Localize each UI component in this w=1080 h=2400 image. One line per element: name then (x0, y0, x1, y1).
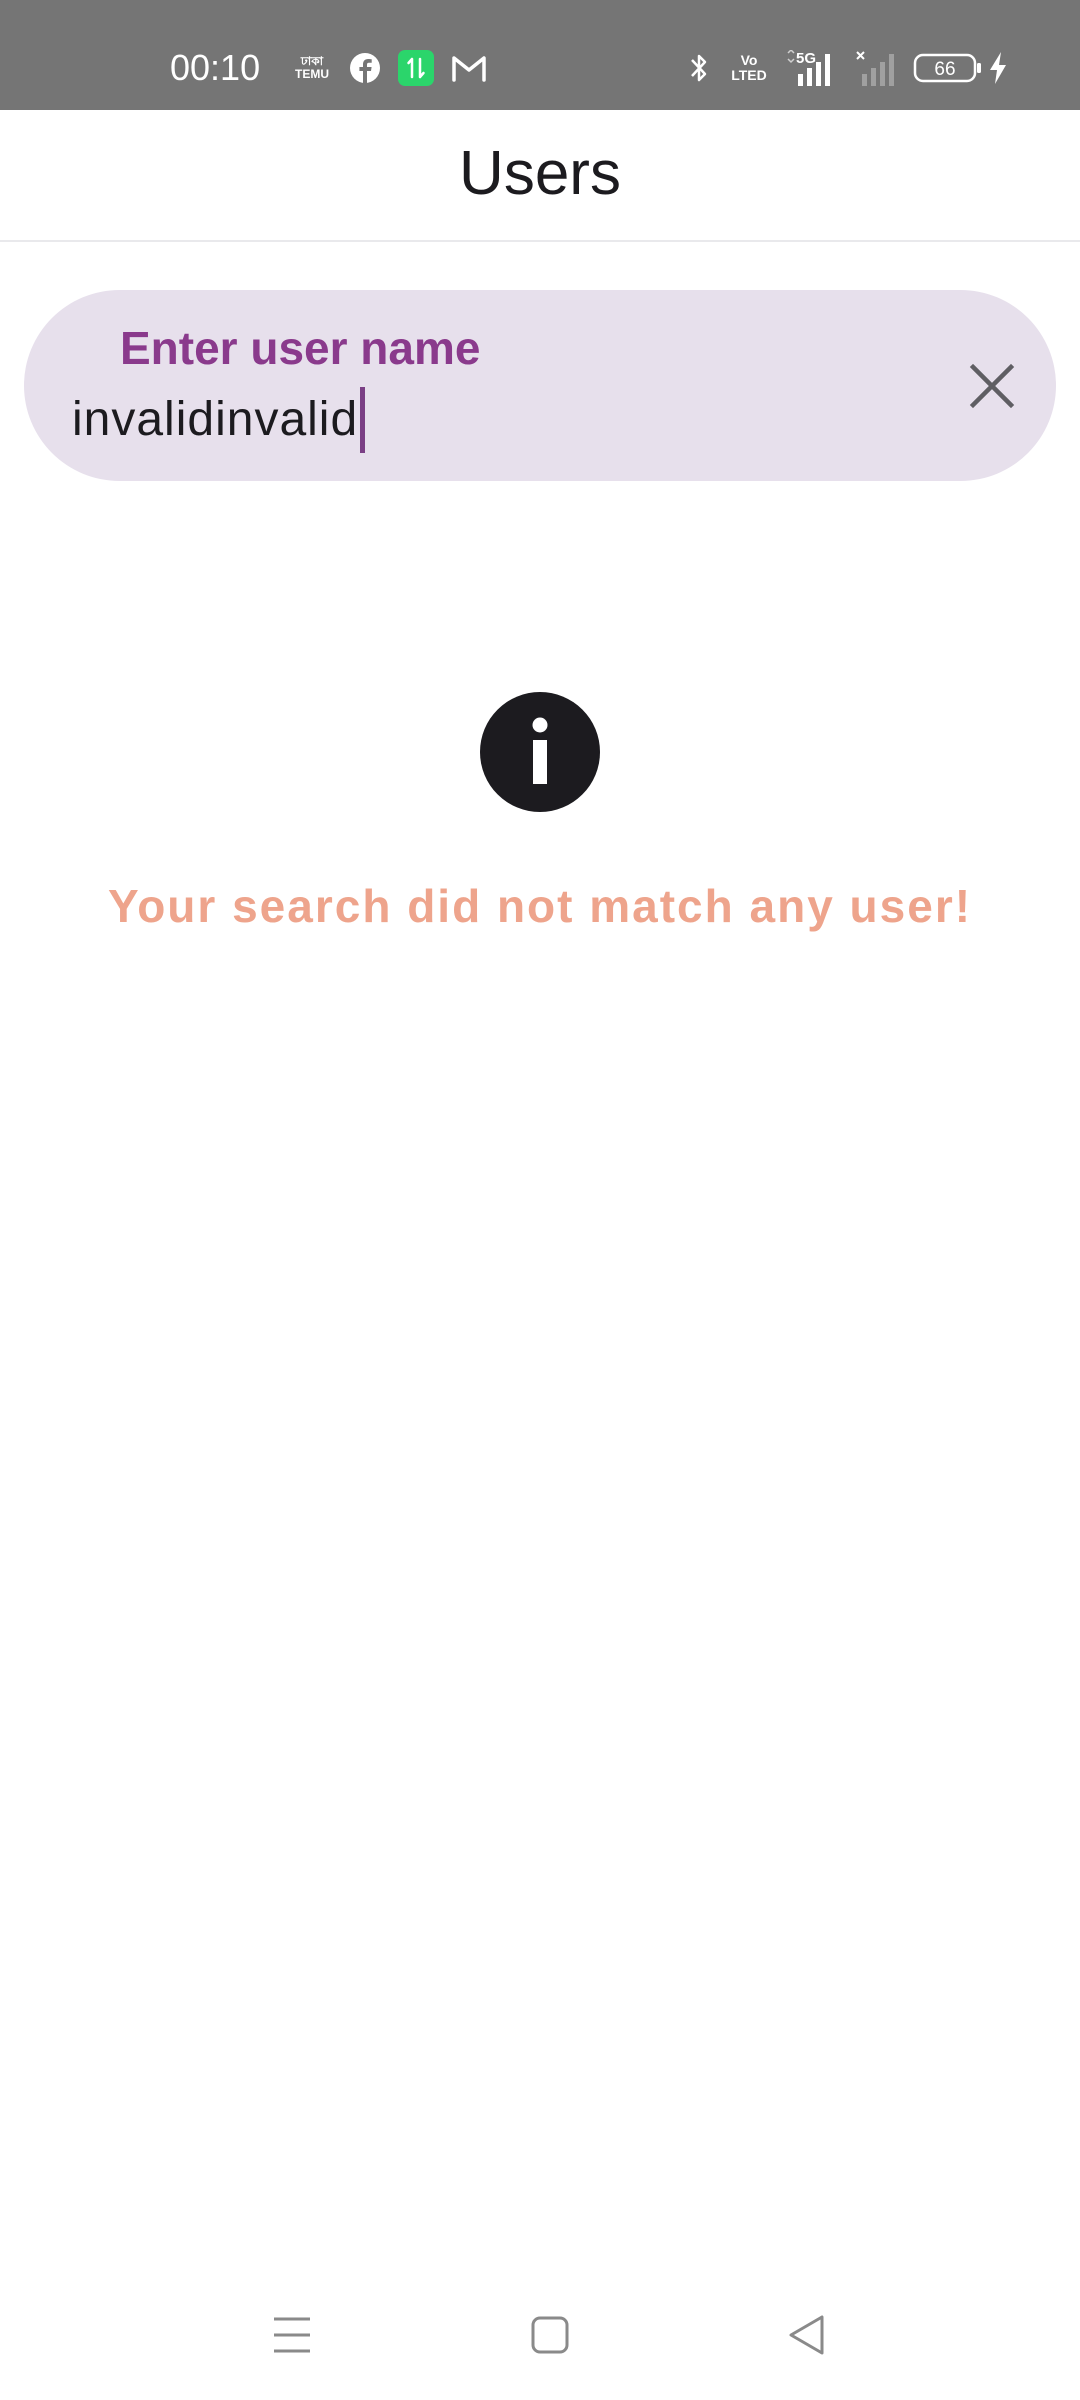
users-screen: 00:10 ঢাকা TEMU Vo LTED 5G 66 Users Ente… (0, 0, 1080, 2400)
back-icon (789, 2315, 824, 2355)
bluetooth-icon (686, 50, 712, 86)
search-field[interactable]: Enter user name invalidinvalid (24, 290, 1056, 481)
clear-search-button[interactable] (948, 342, 1036, 430)
home-icon (531, 2316, 569, 2354)
charging-icon (986, 50, 1010, 86)
menu-icon (274, 2317, 310, 2353)
back-button[interactable] (757, 2300, 857, 2370)
info-icon (480, 692, 600, 812)
status-time: 00:10 (170, 47, 261, 88)
signal-no-service-icon (856, 50, 902, 86)
facebook-icon (348, 50, 382, 86)
data-transfer-icon (398, 50, 434, 86)
recent-apps-button[interactable] (242, 2300, 342, 2370)
search-input[interactable]: invalidinvalid (72, 387, 366, 453)
page-title: Users (459, 139, 621, 208)
svg-text:5G: 5G (796, 50, 816, 67)
close-icon (969, 363, 1015, 409)
volte-icon: Vo LTED (731, 52, 767, 83)
text-cursor (360, 387, 366, 453)
status-bar: 00:10 ঢাকা TEMU Vo LTED 5G 66 (0, 0, 1080, 110)
signal-5g-icon: 5G (784, 50, 844, 86)
app-bar: Users (0, 110, 1080, 242)
no-results-message: Your search did not match any user! (107, 880, 973, 932)
mail-icon (450, 50, 488, 86)
search-input-value: invalidinvalid (72, 393, 359, 446)
battery-icon: 66 (913, 50, 983, 86)
temu-icon: ঢাকা TEMU (295, 54, 329, 81)
search-label: Enter user name (120, 322, 481, 374)
home-button[interactable] (500, 2300, 600, 2370)
svg-text:66: 66 (934, 59, 955, 80)
